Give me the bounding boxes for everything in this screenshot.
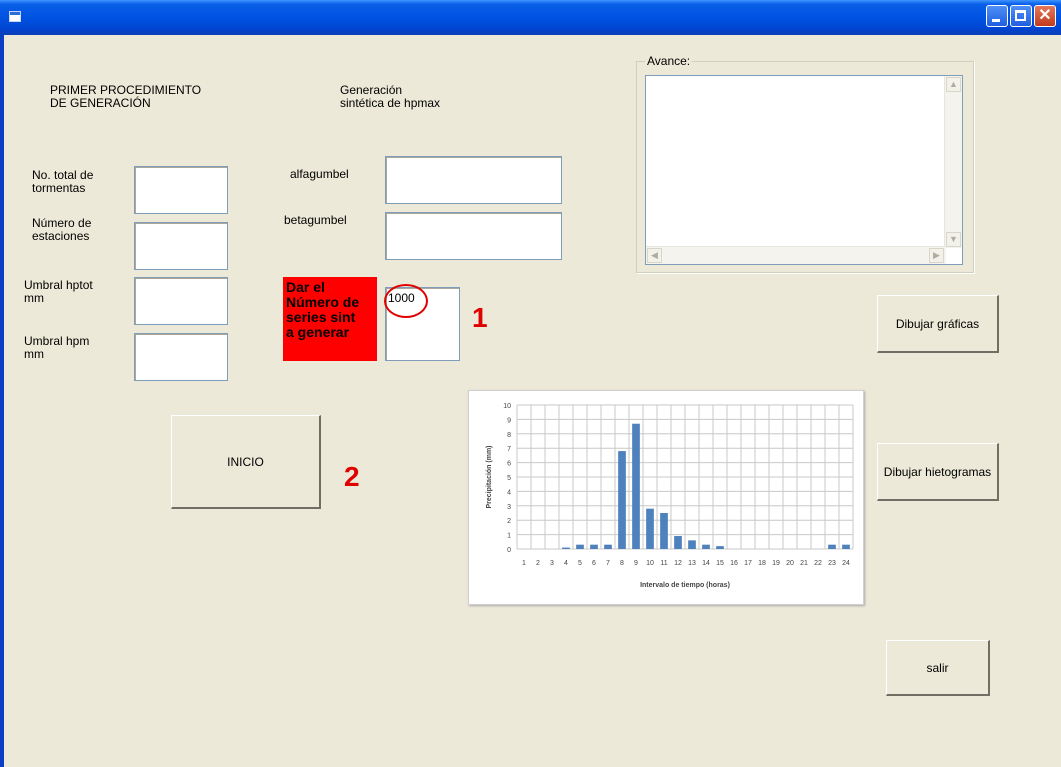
x-tick-label: 12 (674, 560, 682, 567)
avance-label: Avance: (645, 54, 693, 68)
x-tick-label: 11 (660, 560, 667, 567)
annotation-step-1: 1 (472, 302, 488, 333)
y-tick-label: 10 (503, 403, 511, 410)
x-tick-label: 19 (772, 560, 780, 567)
scroll-down-icon[interactable]: ▼ (946, 232, 961, 247)
bar (576, 544, 584, 549)
y-tick-label: 1 (507, 533, 511, 540)
annotation-step-2: 2 (344, 461, 360, 492)
y-tick-label: 8 (507, 432, 511, 439)
label-estaciones: Número de estaciones (32, 216, 92, 243)
vertical-scrollbar[interactable]: ▲ ▼ (944, 76, 962, 248)
umbral-hptot-input[interactable] (134, 277, 228, 325)
x-tick-label: 20 (786, 560, 794, 567)
heading-primer-procedimiento: PRIMER PROCEDIMIENTO DE GENERACIÓN (50, 83, 202, 110)
umbral-hpm-input[interactable] (134, 333, 228, 381)
maximize-icon (1015, 10, 1026, 21)
highlight-circle (384, 284, 428, 318)
x-tick-label: 18 (758, 560, 766, 567)
x-tick-label: 16 (730, 560, 738, 567)
bar (632, 423, 640, 549)
avance-textarea[interactable]: ▲ ▼ ◀ ▶ (645, 75, 963, 265)
alfagumbel-input[interactable] (385, 156, 562, 204)
scroll-left-icon[interactable]: ◀ (647, 248, 662, 263)
y-tick-label: 9 (507, 417, 511, 424)
bar (702, 544, 710, 549)
salir-button[interactable]: salir (886, 640, 990, 696)
bar (674, 536, 682, 549)
heading-generacion-sintetica: Generación sintética de hpmax (340, 83, 441, 110)
label-alfagumbel: alfagumbel (290, 167, 349, 181)
label-numero-series: Dar el Número de series sint a generar (283, 277, 377, 361)
inicio-button[interactable]: INICIO (171, 415, 321, 509)
x-tick-label: 15 (716, 560, 724, 567)
label-betagumbel: betagumbel (284, 213, 347, 227)
minimize-icon (992, 19, 1000, 22)
bar (562, 547, 570, 549)
x-tick-label: 6 (592, 560, 596, 567)
x-tick-label: 22 (814, 560, 822, 567)
scroll-up-icon[interactable]: ▲ (946, 77, 961, 92)
bar (646, 508, 654, 549)
x-tick-label: 3 (550, 560, 554, 567)
x-tick-label: 13 (688, 560, 696, 567)
x-tick-label: 9 (634, 560, 638, 567)
y-tick-label: 5 (507, 475, 511, 482)
chart-svg: 0123456789101 2 3 4 5 6 7 8 9 10 11 12 13 14 15 16 17 18 1… (486, 403, 854, 589)
bar (604, 544, 612, 549)
x-tick-label: 7 (606, 560, 610, 567)
bar (590, 544, 598, 549)
x-axis-title: Intervalo de tiempo (horas) (640, 582, 730, 589)
close-icon: ✕ (1038, 7, 1052, 24)
x-tick-label: 10 (646, 560, 654, 567)
estaciones-input[interactable] (134, 222, 228, 270)
bar (842, 544, 850, 549)
x-tick-label: 21 (800, 560, 808, 567)
x-tick-label: 24 (842, 560, 850, 567)
y-tick-label: 2 (507, 518, 511, 525)
x-tick-label: 14 (702, 560, 710, 567)
window-left-border (0, 35, 4, 767)
y-tick-label: 7 (507, 446, 511, 453)
y-axis-title: Precipitación (mm) (486, 445, 493, 508)
x-tick-label: 4 (564, 560, 568, 567)
x-tick-label: 1 (522, 560, 526, 567)
minimize-button[interactable] (986, 5, 1008, 27)
x-tick-label: 2 (536, 560, 540, 567)
dibujar-graficas-button[interactable]: Dibujar gráficas (877, 295, 999, 353)
close-button[interactable]: ✕ (1034, 5, 1056, 27)
scroll-right-icon[interactable]: ▶ (929, 248, 944, 263)
x-tick-label: 23 (828, 560, 836, 567)
y-tick-label: 6 (507, 461, 511, 468)
bar (688, 540, 696, 549)
betagumbel-input[interactable] (385, 212, 562, 260)
x-tick-label: 17 (744, 560, 752, 567)
x-tick-label: 5 (578, 560, 582, 567)
bar (828, 544, 836, 549)
app-icon[interactable] (9, 11, 21, 22)
label-umbral-hptot: Umbral hptot mm (24, 278, 93, 305)
title-bar: ✕ (0, 0, 1061, 35)
tormentas-input[interactable] (134, 166, 228, 214)
label-tormentas: No. total de tormentas (32, 168, 94, 195)
y-tick-label: 4 (507, 489, 511, 496)
avance-group: Avance: ▲ ▼ ◀ ▶ (636, 54, 974, 273)
horizontal-scrollbar[interactable]: ◀ ▶ (646, 246, 946, 264)
y-tick-label: 0 (507, 547, 511, 554)
bar (618, 451, 626, 549)
label-umbral-hpm: Umbral hpm mm (24, 334, 90, 361)
hietograma-chart: 0 1 2 3 4 5 6 7 8 9 10 1 2 3 4 5 6 7 8 9 10 11 12 13 14 15 16 17 18 1… (468, 390, 864, 605)
bar (716, 546, 724, 549)
maximize-button[interactable] (1010, 5, 1032, 27)
y-tick-label: 3 (507, 504, 511, 511)
bar (660, 513, 668, 549)
x-tick-label: 8 (620, 560, 624, 567)
dibujar-hietogramas-button[interactable]: Dibujar hietogramas (877, 443, 999, 501)
